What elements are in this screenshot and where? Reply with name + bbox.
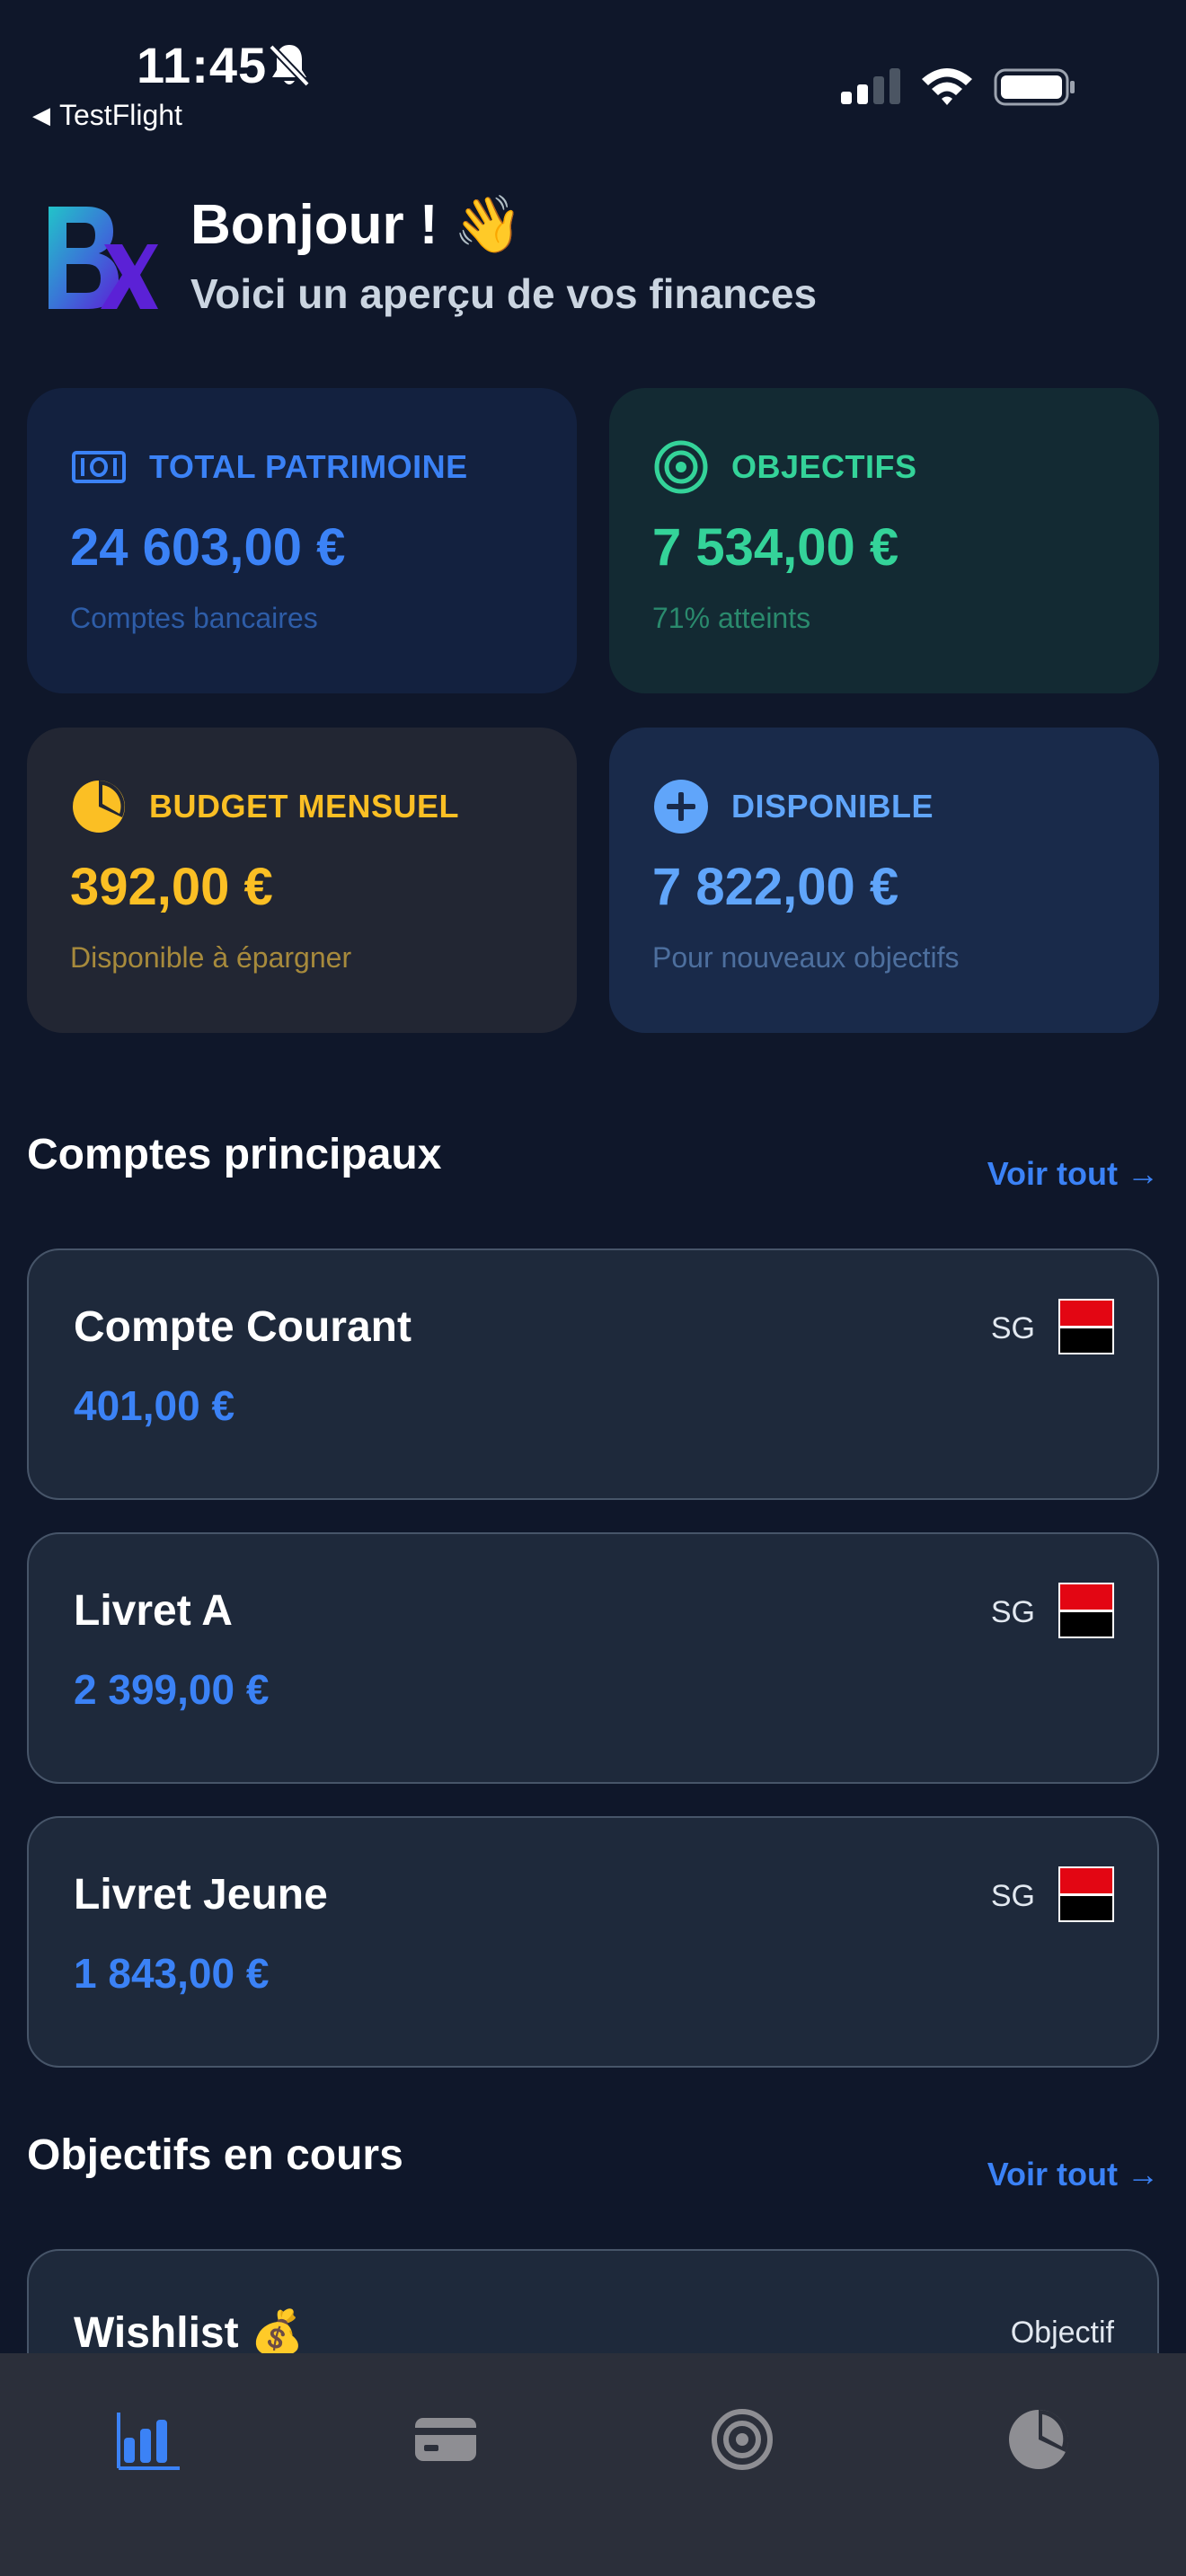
goals-section-title: Objectifs en cours [27, 2131, 403, 2179]
bank-logo [1058, 1866, 1114, 1922]
stat-value: 7 822,00 € [652, 858, 899, 916]
bank-logo [1058, 1583, 1114, 1638]
account-card-livret-a[interactable]: Livret A 2 399,00 € SG [27, 1532, 1159, 1784]
stat-label: OBJECTIFS [731, 448, 917, 485]
back-app-label: TestFlight [59, 99, 182, 131]
stat-label: TOTAL PATRIMOINE [149, 448, 468, 485]
accounts-section-title: Comptes principaux [27, 1131, 442, 1178]
stat-card-objectifs[interactable]: OBJECTIFS 7 534,00 € 71% atteints [609, 388, 1159, 693]
back-arrow-icon: ◀ [32, 101, 50, 128]
stat-card-disponible[interactable]: DISPONIBLE 7 822,00 € Pour nouveaux obje… [609, 728, 1159, 1033]
wifi-icon [922, 68, 972, 105]
stat-label: BUDGET MENSUEL [149, 788, 460, 825]
account-amount: 401,00 € [74, 1382, 235, 1429]
bar-chart-icon[interactable] [115, 2405, 183, 2474]
stat-card-budget-mensuel[interactable]: BUDGET MENSUEL 392,00 € Disponible à épa… [27, 728, 577, 1033]
stat-subtext: Comptes bancaires [70, 602, 318, 634]
cellular-signal-icon [841, 68, 900, 104]
account-card-livret-jeune[interactable]: Livret Jeune 1 843,00 € SG [27, 1816, 1159, 2068]
status-bar: 11:45 ◀ TestFlight [0, 0, 1186, 135]
account-bank: SG [990, 1311, 1035, 1345]
goals-see-all-link[interactable]: Voir tout → [987, 2156, 1159, 2193]
goal-name: Wishlist 💰 [74, 2309, 305, 2357]
account-amount: 2 399,00 € [74, 1666, 270, 1713]
account-name: Livret Jeune [74, 1871, 328, 1919]
goal-type-tag: Objectif [1010, 2316, 1114, 2350]
stat-value: 24 603,00 € [70, 518, 346, 577]
app-logo [49, 207, 158, 309]
account-name: Compte Courant [74, 1303, 412, 1351]
pie-chart-icon[interactable] [1005, 2405, 1073, 2474]
stat-value: 7 534,00 € [652, 518, 899, 577]
banknote-icon [72, 451, 126, 483]
accounts-see-all-link[interactable]: Voir tout → [987, 1155, 1159, 1193]
tab-bar [0, 2353, 1186, 2576]
account-name: Livret A [74, 1587, 233, 1635]
bell-off-icon [269, 44, 310, 87]
stat-value: 392,00 € [70, 858, 273, 916]
bank-logo [1058, 1299, 1114, 1354]
account-card-compte-courant[interactable]: Compte Courant 401,00 € SG [27, 1248, 1159, 1500]
back-to-app-link[interactable]: ◀ TestFlight [32, 99, 182, 132]
account-amount: 1 843,00 € [74, 1950, 270, 1997]
stat-subtext: 71% atteints [652, 602, 811, 634]
pie-chart-icon [73, 781, 125, 833]
account-bank: SG [990, 1879, 1035, 1913]
account-bank: SG [990, 1595, 1035, 1629]
credit-card-icon[interactable] [412, 2405, 480, 2474]
battery-icon [994, 68, 1075, 106]
greeting-title: Bonjour ! 👋 [190, 194, 523, 256]
stat-card-total-patrimoine[interactable]: TOTAL PATRIMOINE 24 603,00 € Comptes ban… [27, 388, 577, 693]
plus-circle-icon [654, 780, 708, 834]
stat-subtext: Disponible à épargner [70, 941, 352, 974]
target-icon [654, 440, 708, 494]
status-time: 11:45 [137, 37, 268, 93]
stat-label: DISPONIBLE [731, 788, 934, 825]
stat-subtext: Pour nouveaux objectifs [652, 941, 960, 974]
greeting-subtitle: Voici un aperçu de vos finances [190, 270, 818, 317]
target-icon[interactable] [708, 2405, 776, 2474]
